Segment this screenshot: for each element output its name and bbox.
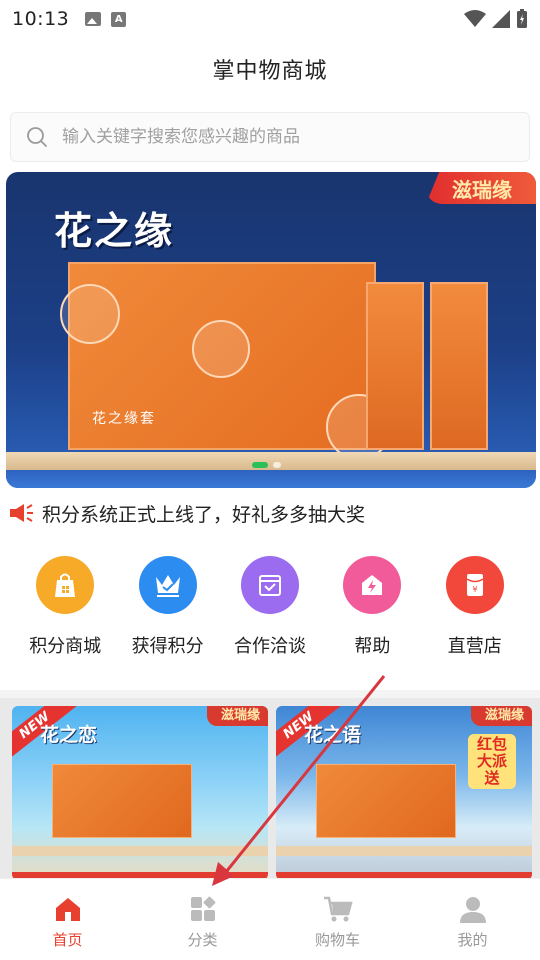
quick-menu-cooperation[interactable]: 合作洽谈 — [220, 556, 320, 666]
box-label: 花之缘套 — [92, 411, 156, 427]
product-shelf — [276, 846, 532, 856]
category-icon — [190, 896, 215, 921]
bottom-tab-bar: 首页 分类 购物车 我的 — [0, 878, 540, 960]
quick-menu: 积分商城 获得积分 合作洽谈 帮助 ¥ 直营店 — [0, 556, 540, 666]
product-image — [316, 764, 456, 838]
app-notification-icon: A — [111, 11, 127, 27]
yuan-envelope-icon: ¥ — [445, 556, 504, 614]
battery-icon — [517, 9, 527, 28]
quick-menu-direct-store[interactable]: ¥ 直营店 — [425, 556, 525, 666]
product-title: 花之恋 — [40, 724, 98, 746]
carousel-indicator[interactable] — [252, 462, 281, 468]
banner-title: 花之缘 — [54, 209, 175, 253]
cart-icon — [323, 896, 353, 922]
tab-category[interactable]: 分类 — [135, 879, 270, 960]
banner-brand-badge: 滋瑞缘 — [426, 172, 536, 204]
product-grid: NEW 花之恋 滋瑞缘 NEW 花之语 滋瑞缘 红包大派送 — [0, 698, 540, 880]
tab-home[interactable]: 首页 — [0, 879, 135, 960]
product-shelf — [12, 846, 268, 856]
wifi-icon — [464, 10, 486, 27]
quick-menu-points-mall[interactable]: 积分商城 — [15, 556, 115, 666]
product-title: 花之语 — [304, 724, 362, 746]
product-brand-badge: 滋瑞缘 — [470, 706, 532, 726]
quick-menu-label: 帮助 — [354, 636, 391, 657]
tab-label: 我的 — [457, 931, 488, 949]
search-input[interactable] — [62, 127, 502, 147]
tab-label: 分类 — [187, 931, 218, 949]
promo-banner[interactable]: 花之缘 滋瑞缘 花之缘套 — [6, 172, 536, 488]
carousel-dot[interactable] — [273, 462, 281, 468]
search-bar[interactable] — [10, 112, 530, 162]
megaphone-icon — [10, 504, 33, 522]
product-card[interactable]: NEW 花之语 滋瑞缘 红包大派送 — [276, 706, 532, 880]
gift-box-image: 花之缘套 — [60, 262, 392, 460]
tab-label: 购物车 — [314, 931, 360, 949]
app-header: 掌中物商城 — [0, 38, 540, 100]
quick-menu-earn-points[interactable]: 获得积分 — [118, 556, 218, 666]
quick-menu-help[interactable]: 帮助 — [322, 556, 422, 666]
quick-menu-label: 直营店 — [447, 636, 502, 657]
user-icon — [459, 897, 486, 923]
notice-bar[interactable]: 积分系统正式上线了，好礼多多抽大奖 — [8, 498, 365, 528]
search-icon — [27, 127, 47, 147]
message-box-icon — [240, 556, 299, 614]
status-time: 10:13 — [12, 8, 70, 30]
tab-profile[interactable]: 我的 — [405, 879, 540, 960]
status-bar: 10:13 A — [0, 0, 540, 38]
quick-menu-label: 积分商城 — [29, 636, 102, 657]
quick-menu-label: 合作洽谈 — [233, 636, 306, 657]
svg-text:¥: ¥ — [472, 585, 477, 594]
image-notification-icon — [85, 12, 102, 26]
lightning-house-icon — [343, 556, 402, 614]
banner-bottom — [6, 470, 536, 488]
page-title: 掌中物商城 — [212, 59, 328, 84]
app-root: 10:13 A 掌中物商城 花之缘 滋瑞缘 花之缘套 — [0, 0, 540, 960]
product-brand-badge: 滋瑞缘 — [206, 706, 268, 726]
carousel-dot-active[interactable] — [252, 462, 268, 468]
signal-icon — [492, 10, 510, 28]
product-image — [52, 764, 192, 838]
tab-label: 首页 — [52, 931, 83, 949]
home-icon — [55, 898, 80, 921]
product-card[interactable]: NEW 花之恋 滋瑞缘 — [12, 706, 268, 880]
tab-cart[interactable]: 购物车 — [270, 879, 405, 960]
shopping-bag-icon — [36, 556, 95, 614]
notice-text: 积分系统正式上线了，好礼多多抽大奖 — [42, 503, 366, 526]
crown-icon — [138, 556, 197, 614]
promo-label: 红包大派送 — [468, 734, 516, 789]
pack-image-1 — [366, 282, 424, 450]
pack-image-2 — [430, 282, 488, 450]
quick-menu-label: 获得积分 — [131, 636, 204, 657]
